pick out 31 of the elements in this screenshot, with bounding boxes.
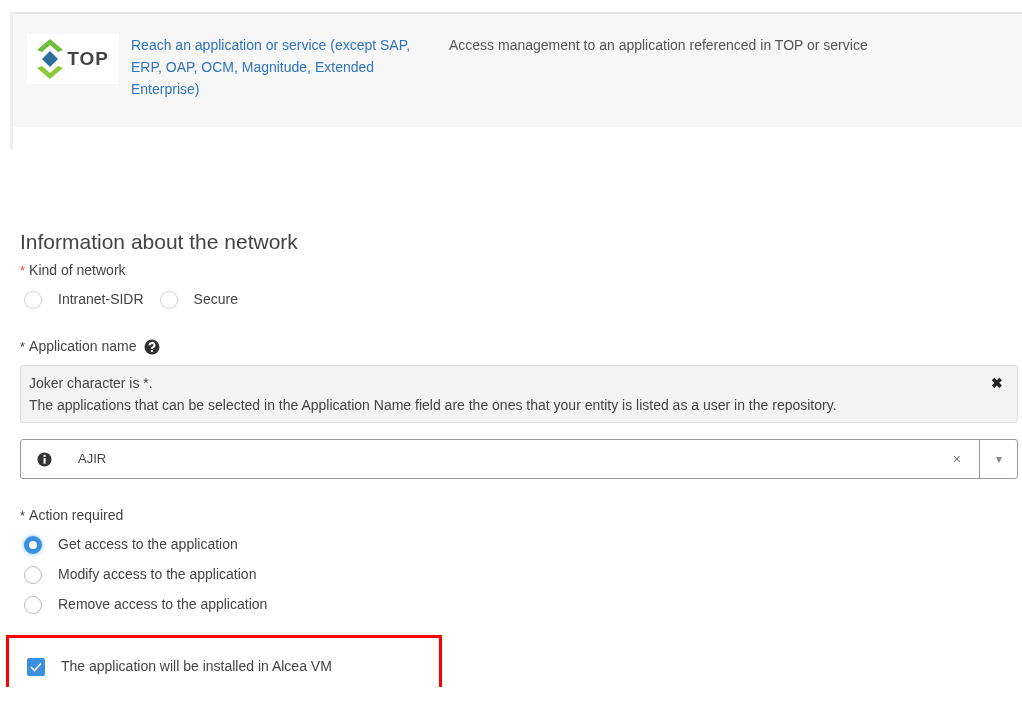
help-icon[interactable]	[144, 338, 161, 355]
required-mark: *	[20, 261, 26, 280]
required-mark: *	[20, 337, 26, 356]
option-label: Remove access to the application	[58, 595, 268, 615]
service-description: Access management to an application referenced in TOP or service	[449, 36, 868, 55]
selected-value: AJIR	[77, 450, 108, 469]
help-text: Joker character is *.	[29, 374, 154, 394]
option-label: Secure	[193, 290, 238, 310]
required-mark: *	[20, 506, 26, 525]
option-label: Get access to the application	[58, 535, 238, 555]
application-select[interactable]: AJIR × ▾	[20, 439, 1018, 480]
checkbox[interactable]	[27, 657, 45, 676]
dropdown-button[interactable]: ▾	[979, 440, 1017, 479]
close-button[interactable]: ✖	[991, 372, 1003, 395]
radio-button[interactable]	[24, 565, 42, 584]
field-label: Action required	[29, 506, 124, 526]
help-text: The applications that can be selected in the Application Name field are the ones that your entity is listed as a user in the repository.	[29, 396, 838, 416]
radio-button[interactable]	[24, 595, 42, 614]
section-title: Information about the network	[20, 229, 299, 255]
field-label: Kind of network	[29, 261, 126, 281]
option-label: Modify access to the application	[58, 565, 257, 585]
service-link[interactable]: Reach an application or service (except SAP, ERP, OAP, OCM, Magnitude, Extended Enterprise)	[131, 34, 431, 107]
clear-button[interactable]: ×	[934, 448, 979, 470]
radio-button[interactable]	[24, 535, 42, 554]
info-icon	[37, 451, 52, 467]
field-label: Application name	[29, 337, 137, 357]
logo-text: TOP	[67, 46, 109, 71]
checkbox-label: The application will be installed in Alcea VM	[61, 657, 332, 677]
diamond-logo-icon	[37, 39, 64, 79]
check-icon	[30, 661, 42, 672]
option-label: Intranet-SIDR	[58, 290, 144, 310]
